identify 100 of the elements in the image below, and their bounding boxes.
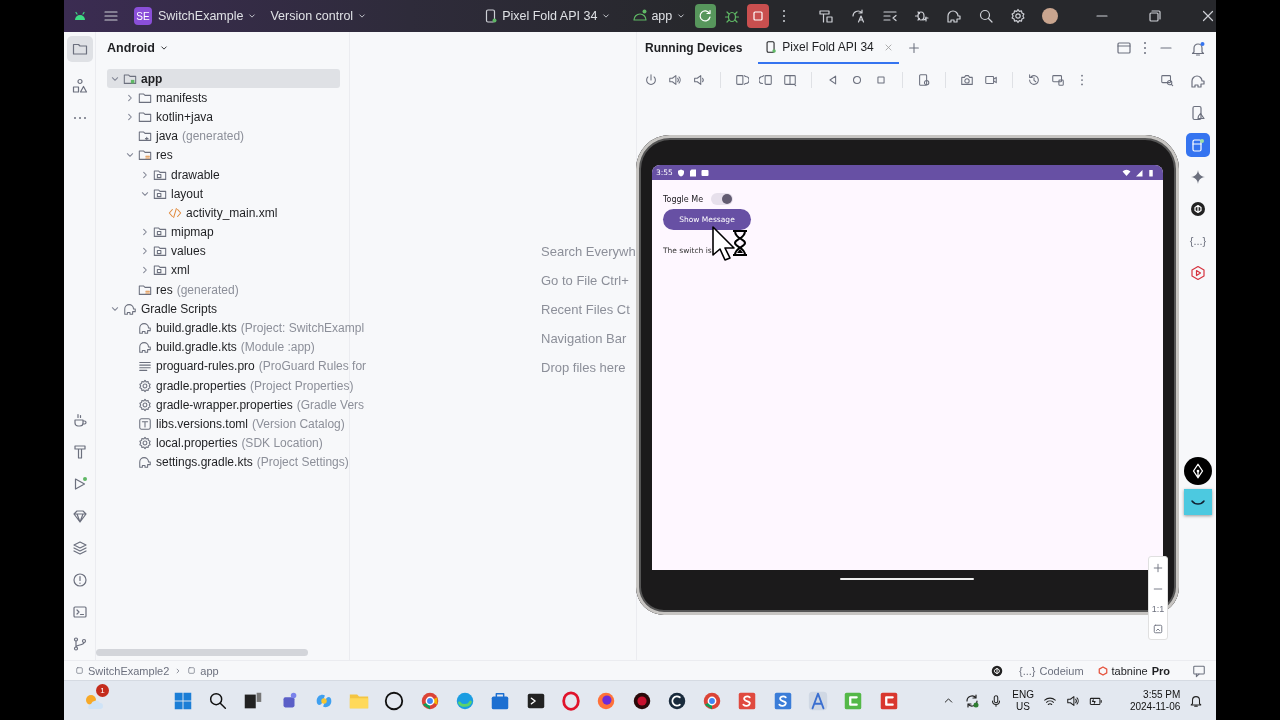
tree-item[interactable]: libs.versions.toml (Version Catalog): [107, 414, 345, 434]
volume-up-icon[interactable]: [668, 72, 682, 87]
avatar[interactable]: [1042, 8, 1058, 24]
translate-icon[interactable]: [850, 8, 866, 24]
pen-nib-button[interactable]: [1184, 457, 1212, 485]
elephant-icon: [138, 340, 152, 355]
elephant-icon[interactable]: [1190, 73, 1206, 89]
project-dropdown[interactable]: SwitchExample: [158, 9, 259, 23]
running-devices-button[interactable]: [1186, 133, 1210, 157]
hammer-icon[interactable]: [71, 444, 88, 460]
cup-icon[interactable]: [71, 412, 88, 428]
volume-down-icon[interactable]: [692, 72, 706, 87]
tree-item[interactable]: gradle-wrapper.properties (Gradle Vers: [107, 395, 365, 415]
sparkle-icon[interactable]: [1190, 169, 1206, 185]
smile-icon: [1191, 499, 1205, 505]
git-branch-icon[interactable]: [71, 636, 88, 652]
volume-icon[interactable]: [1065, 693, 1080, 708]
chat-icon[interactable]: [1192, 663, 1206, 678]
language-indicator[interactable]: ENG US: [1012, 688, 1034, 713]
knot-logo-icon[interactable]: [1190, 201, 1206, 217]
tree-item[interactable]: xml: [107, 260, 340, 281]
toggle-switch[interactable]: [711, 193, 734, 205]
window-icon[interactable]: [1116, 40, 1132, 56]
zoom-in-icon[interactable]: [1152, 561, 1164, 574]
reset-icon[interactable]: [1027, 72, 1041, 87]
tree-item[interactable]: app: [107, 69, 340, 89]
codeium-status[interactable]: Codeium: [1039, 664, 1084, 677]
tree-item[interactable]: mipmap: [107, 222, 340, 242]
breadcrumb[interactable]: app: [200, 664, 219, 677]
rotate-right-icon[interactable]: [759, 72, 773, 87]
list-icon[interactable]: [882, 8, 898, 24]
codeium-glyph: {...}: [1019, 664, 1036, 677]
device-icon[interactable]: [1190, 105, 1206, 121]
tree-item[interactable]: gradle.properties (Project Properties): [107, 376, 354, 396]
circle-logo-icon[interactable]: [383, 689, 406, 712]
stop-button[interactable]: [746, 4, 769, 28]
hint-text: Navigation Bar: [541, 331, 627, 346]
device-snapshot-icon[interactable]: [917, 72, 931, 87]
signal-icon: [1135, 168, 1143, 177]
hammer-icon[interactable]: [818, 8, 834, 24]
project-tool-button[interactable]: [66, 36, 93, 62]
tree-item[interactable]: manifests: [107, 88, 340, 108]
shield-icon: [676, 168, 685, 177]
scrollbar[interactable]: [96, 649, 308, 656]
tree-item[interactable]: drawable: [107, 164, 340, 185]
module-icon: [187, 666, 197, 675]
hexagon-play-icon[interactable]: [1190, 265, 1206, 281]
device-search-icon[interactable]: [1160, 72, 1174, 87]
restore-icon[interactable]: [1147, 8, 1163, 24]
camera-icon[interactable]: [960, 72, 974, 87]
tree-item[interactable]: local.properties (SDK Location): [107, 433, 340, 453]
smile-logo-button[interactable]: [1184, 489, 1212, 515]
hint-text: Go to File Ctrl+: [541, 273, 629, 288]
sync-icon[interactable]: [964, 692, 981, 709]
clock[interactable]: 3:55 PM 2024-11-06: [1129, 688, 1181, 713]
zoom-reset-button[interactable]: 1:1: [1151, 603, 1165, 614]
tree-item[interactable]: layout: [107, 184, 340, 204]
folder-icon: [138, 90, 152, 105]
tree-item[interactable]: values: [107, 241, 340, 261]
fit-icon[interactable]: [1152, 622, 1164, 635]
view-selector[interactable]: Android: [96, 32, 349, 64]
codeium-button[interactable]: {...}: [1189, 233, 1207, 249]
knot-logo-icon[interactable]: [991, 664, 1003, 677]
bug-sync-icon[interactable]: [914, 8, 930, 24]
shapes-icon[interactable]: [71, 78, 88, 94]
tree-item[interactable]: Gradle Scripts: [107, 299, 340, 319]
browser-icon[interactable]: [559, 689, 582, 712]
rerun-button[interactable]: [694, 4, 717, 28]
elephant-icon[interactable]: [946, 8, 962, 24]
tree-item[interactable]: activity_main.xml: [107, 203, 340, 223]
folder-icon: [138, 129, 152, 144]
fold-icon[interactable]: [783, 72, 797, 87]
tree-item[interactable]: res: [107, 145, 340, 165]
device-dropdown[interactable]: Pixel Fold API 34: [483, 8, 613, 24]
vcs-dropdown[interactable]: Version control: [270, 9, 369, 23]
rotate-left-icon[interactable]: [735, 72, 749, 87]
breadcrumb[interactable]: SwitchExample2: [88, 664, 170, 677]
close-icon: [883, 42, 893, 52]
compass-logo-icon[interactable]: [807, 689, 829, 712]
search-icon[interactable]: [978, 8, 994, 24]
notifications-icon[interactable]: [1189, 693, 1204, 708]
settings-icon[interactable]: [1010, 8, 1026, 24]
problems-icon[interactable]: [71, 572, 88, 588]
mirror-icon[interactable]: [1051, 72, 1065, 87]
gem-icon[interactable]: [71, 508, 88, 524]
run-config-dropdown[interactable]: app: [632, 8, 688, 24]
tree-item[interactable]: java (generated): [107, 126, 340, 146]
tree-item[interactable]: proguard-rules.pro (ProGuard Rules for: [107, 356, 367, 376]
tree-item[interactable]: build.gradle.kts (Project: SwitchExampl: [107, 318, 365, 338]
tabnine-status[interactable]: tabnine: [1111, 664, 1148, 677]
power-icon[interactable]: [644, 72, 658, 87]
layers-icon[interactable]: [71, 540, 88, 556]
folder-icon: [153, 263, 167, 278]
close-icon[interactable]: [1200, 8, 1216, 24]
tree-item[interactable]: kotlin+java: [107, 107, 340, 127]
menu-icon[interactable]: [103, 8, 119, 24]
tree-item[interactable]: res (generated): [107, 280, 340, 300]
tree-item[interactable]: settings.gradle.kts (Project Settings): [107, 452, 349, 472]
tree-item[interactable]: build.gradle.kts (Module :app): [107, 337, 340, 357]
device-tab[interactable]: Pixel Fold API 34: [758, 32, 899, 64]
